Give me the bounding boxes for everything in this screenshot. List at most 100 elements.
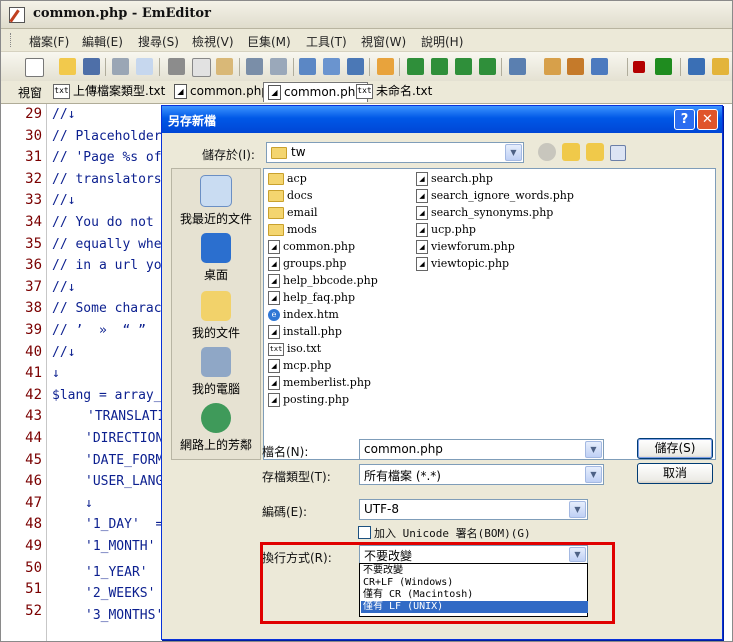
save-icon[interactable] [83, 58, 100, 75]
menu-macro[interactable]: 巨集(M) [247, 33, 291, 50]
chevron-down-icon[interactable]: ▼ [585, 466, 602, 483]
menu-search[interactable]: 搜尋(S) [138, 33, 179, 50]
find-previous-icon[interactable] [347, 58, 364, 75]
file-list-item[interactable]: ◢ mcp.php [268, 358, 331, 374]
menu-help[interactable]: 說明(H) [421, 33, 463, 50]
properties-icon[interactable] [567, 58, 584, 75]
tools-icon[interactable] [688, 58, 705, 75]
place-network[interactable]: 網路上的芳鄰 [172, 403, 260, 453]
copy-icon[interactable] [192, 58, 211, 77]
file-list-item[interactable]: ◢ common.php [268, 239, 355, 255]
open-folder-icon[interactable] [59, 58, 76, 75]
code-line: // You do not [52, 215, 154, 230]
file-list-item[interactable]: ◢ search.php [416, 171, 493, 187]
code-line: 'TRANSLATI [87, 409, 166, 425]
file-name: iso.txt [287, 342, 322, 355]
file-list-item[interactable]: txt iso.txt [268, 341, 321, 357]
bom-checkbox[interactable] [358, 526, 371, 539]
chevron-down-icon[interactable]: ▼ [505, 144, 522, 161]
highlight-annotation-box [260, 542, 615, 624]
new-folder-icon[interactable] [586, 143, 604, 161]
view-menu-icon[interactable] [610, 145, 626, 161]
redo-icon[interactable] [270, 58, 287, 75]
menu-window[interactable]: 視窗(W) [361, 33, 406, 50]
run-macro-icon[interactable] [655, 58, 672, 75]
file-list-item[interactable]: ◢ install.php [268, 324, 342, 340]
tab-common-php-2[interactable]: ◢ common.php [263, 82, 368, 102]
file-list-item[interactable]: ◢ viewforum.php [416, 239, 515, 255]
folder-icon [268, 207, 284, 219]
toolbar-separator [239, 58, 240, 76]
file-list-item[interactable]: ◢ memberlist.php [268, 375, 371, 391]
chevron-down-icon[interactable]: ▼ [585, 441, 602, 458]
menu-view[interactable]: 檢視(V) [192, 33, 234, 50]
paste-icon[interactable] [216, 58, 233, 75]
file-list-item[interactable]: ◢ posting.php [268, 392, 349, 408]
dialog-title-bar[interactable]: 另存新檔 ? ✕ [162, 106, 722, 133]
txt-file-icon: txt [356, 84, 373, 99]
file-list-item[interactable]: e index.htm [268, 307, 339, 323]
up-folder-icon[interactable] [562, 143, 580, 161]
cancel-button[interactable]: 取消 [637, 463, 713, 484]
filetype-select[interactable]: 所有檔案 (*.*) ▼ [359, 464, 604, 485]
tab-upload-filetypes[interactable]: txt 上傳檔案類型.txt [53, 82, 165, 101]
find-next-icon[interactable] [323, 58, 340, 75]
split-window-icon[interactable] [479, 58, 496, 75]
save-button[interactable]: 儲存(S) [637, 438, 713, 459]
plugin-icon[interactable] [712, 58, 729, 75]
php-file-icon: ◢ [268, 274, 280, 288]
check-icon[interactable] [591, 58, 608, 75]
toolbar-separator [627, 58, 628, 76]
print-icon[interactable] [112, 58, 129, 75]
cascade-icon[interactable] [455, 58, 472, 75]
undo-icon[interactable] [246, 58, 263, 75]
configuration-icon[interactable] [509, 58, 526, 75]
file-list-item[interactable]: docs [268, 188, 312, 204]
window-tab-bar: 視窗 txt 上傳檔案類型.txt ◢ common.php ◢ common.php… [1, 81, 732, 104]
stop-macro-icon[interactable] [633, 61, 645, 73]
find-icon[interactable] [299, 58, 316, 75]
menu-file[interactable]: 檔案(F) [29, 33, 69, 50]
tab-common-php-1[interactable]: ◢ common.php [174, 82, 269, 101]
encoding-select[interactable]: UTF-8 ▼ [359, 499, 588, 520]
place-desktop[interactable]: 桌面 [172, 233, 260, 283]
help-button[interactable]: ? [674, 109, 695, 130]
close-button[interactable]: ✕ [697, 109, 718, 130]
file-list-item[interactable]: ◢ help_faq.php [268, 290, 355, 306]
place-my-computer[interactable]: 我的電腦 [172, 347, 260, 397]
my-documents-icon [201, 291, 231, 321]
chevron-down-icon[interactable]: ▼ [569, 501, 586, 518]
file-list-item[interactable]: ◢ ucp.php [416, 222, 476, 238]
tile-horizontal-icon[interactable] [407, 58, 424, 75]
customize-icon[interactable] [544, 58, 561, 75]
new-file-icon[interactable] [25, 58, 44, 77]
window-title-bar[interactable]: common.php - EmEditor [1, 1, 732, 29]
file-list[interactable]: acp docs email mods ◢ common.php ◢ groups.php ◢ h… [263, 168, 716, 460]
file-list-item[interactable]: ◢ groups.php [268, 256, 346, 272]
find-in-files-icon[interactable] [377, 58, 394, 75]
back-icon[interactable] [538, 143, 556, 161]
line-number: 33 [25, 192, 42, 209]
file-list-item[interactable]: email [268, 205, 318, 221]
print-preview-icon[interactable] [136, 58, 153, 75]
place-my-documents[interactable]: 我的文件 [172, 291, 260, 341]
tile-vertical-icon[interactable] [431, 58, 448, 75]
php-file-icon: ◢ [268, 376, 280, 390]
folder-icon [271, 146, 287, 159]
save-in-combo[interactable]: tw ▼ [266, 142, 524, 163]
file-list-item[interactable]: ◢ help_bbcode.php [268, 273, 378, 289]
file-name: viewforum.php [431, 240, 515, 253]
tab-untitled-txt[interactable]: txt 未命名.txt [356, 82, 432, 101]
file-list-item[interactable]: ◢ search_synonyms.php [416, 205, 553, 221]
place-recent-documents[interactable]: 我最近的文件 [172, 175, 260, 227]
filename-input[interactable]: common.php ▼ [359, 439, 604, 460]
line-number: 39 [25, 322, 42, 338]
file-list-item[interactable]: mods [268, 222, 317, 238]
menu-tools[interactable]: 工具(T) [306, 33, 347, 50]
menu-edit[interactable]: 編輯(E) [82, 33, 123, 50]
line-number: 45 [25, 451, 42, 468]
cut-icon[interactable] [168, 58, 185, 75]
file-list-item[interactable]: ◢ viewtopic.php [416, 256, 509, 272]
file-list-item[interactable]: ◢ search_ignore_words.php [416, 188, 574, 204]
file-list-item[interactable]: acp [268, 171, 307, 187]
